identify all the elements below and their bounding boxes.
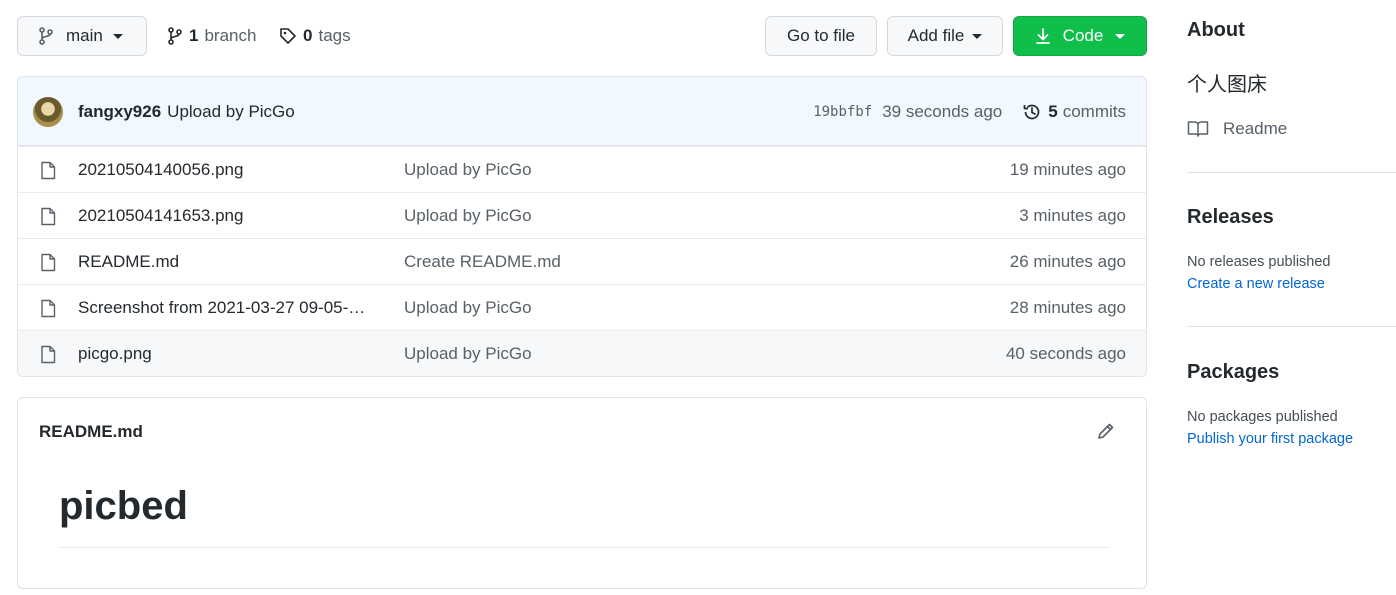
packages-heading[interactable]: Packages [1187,361,1279,384]
repo-sidebar: About 个人图床 Readme Releases No releases p… [1187,0,1396,595]
file-commit-message[interactable]: Upload by PicGo [404,344,532,364]
commit-meta: 19bbfbf 39 seconds ago 5 commits [813,77,1126,146]
heading-divider [58,547,1108,548]
file-name-link[interactable]: 20210504140056.png [78,160,378,180]
file-name-link[interactable]: Screenshot from 2021-03-27 09-05-… [78,298,378,318]
tags-link[interactable]: 0 tags [279,16,351,56]
git-branch-icon [38,27,54,45]
chevron-down-icon [1115,33,1126,39]
readme-link-label: Readme [1223,119,1288,138]
file-row[interactable]: 20210504141653.png Upload by PicGo 3 min… [18,192,1146,238]
file-name-link[interactable]: picgo.png [78,344,378,364]
git-branch-icon [167,27,183,45]
add-file-button[interactable]: Add file [887,16,1003,56]
commit-time: 39 seconds ago [882,101,1003,121]
commit-count: 5 [1048,101,1058,121]
readme-panel: README.md picbed [17,397,1147,589]
commit-word: commits [1062,101,1126,121]
file-browser: fangxy926 Upload by PicGo 19bbfbf 39 sec… [17,76,1147,377]
add-file-label: Add file [907,26,965,45]
download-icon [1035,27,1051,45]
commit-summary: fangxy926 Upload by PicGo [78,77,295,146]
repo-toolbar: main 1 branch 0 tags Go to file Add file… [17,16,1147,56]
file-commit-message[interactable]: Upload by PicGo [404,206,532,226]
file-icon [40,253,56,272]
file-name-link[interactable]: 20210504141653.png [78,206,378,226]
repo-description: 个人图床 [1187,74,1267,96]
commits-history-link[interactable]: 5 commits [1022,102,1126,122]
branch-select-button[interactable]: main [17,16,147,56]
file-icon [40,207,56,226]
commit-sha-link[interactable]: 19bbfbf [813,104,872,120]
commit-message-link[interactable]: Upload by PicGo [167,102,295,122]
file-age: 40 seconds ago [1005,343,1126,363]
tag-icon [279,27,297,45]
pencil-icon[interactable] [1096,421,1116,441]
chevron-down-icon [112,33,123,39]
history-icon [1022,102,1042,122]
file-icon [40,161,56,180]
branch-count: 1 [189,26,199,45]
branch-select-label: main [66,26,103,45]
file-icon [40,299,56,318]
readme-heading: picbed [59,484,188,528]
avatar[interactable] [33,97,63,127]
file-age: 3 minutes ago [1019,205,1126,225]
file-row[interactable]: picgo.png Upload by PicGo 40 seconds ago [18,330,1146,376]
readme-title-link[interactable]: README.md [39,422,143,442]
readme-link[interactable]: Readme [1187,116,1287,142]
divider [1187,326,1396,327]
no-releases-text: No releases published [1187,254,1331,270]
book-icon [1187,120,1209,138]
divider [1187,172,1396,173]
file-age: 28 minutes ago [1009,297,1126,317]
chevron-down-icon [972,33,983,39]
file-row[interactable]: 20210504140056.png Upload by PicGo 19 mi… [18,146,1146,192]
code-label: Code [1062,26,1104,45]
go-to-file-button[interactable]: Go to file [765,16,877,56]
go-to-file-label: Go to file [786,26,856,45]
commit-author-link[interactable]: fangxy926 [78,102,161,122]
create-release-link[interactable]: Create a new release [1187,276,1325,292]
publish-package-link[interactable]: Publish your first package [1187,431,1353,447]
no-packages-text: No packages published [1187,409,1338,425]
file-commit-message[interactable]: Create README.md [404,252,561,272]
branch-word: branch [204,26,257,45]
file-icon [40,345,56,364]
code-button[interactable]: Code [1013,16,1147,56]
releases-heading[interactable]: Releases [1187,206,1274,229]
latest-commit-bar: fangxy926 Upload by PicGo 19bbfbf 39 sec… [18,77,1146,146]
file-age: 19 minutes ago [1009,159,1126,179]
tag-word: tags [318,26,351,45]
file-commit-message[interactable]: Upload by PicGo [404,160,532,180]
file-row[interactable]: README.md Create README.md 26 minutes ag… [18,238,1146,284]
file-commit-message[interactable]: Upload by PicGo [404,298,532,318]
file-age: 26 minutes ago [1009,251,1126,271]
file-row[interactable]: Screenshot from 2021-03-27 09-05-… Uploa… [18,284,1146,330]
tag-count: 0 [303,26,313,45]
file-name-link[interactable]: README.md [78,252,378,272]
branches-link[interactable]: 1 branch [167,16,256,56]
about-heading: About [1187,19,1245,41]
